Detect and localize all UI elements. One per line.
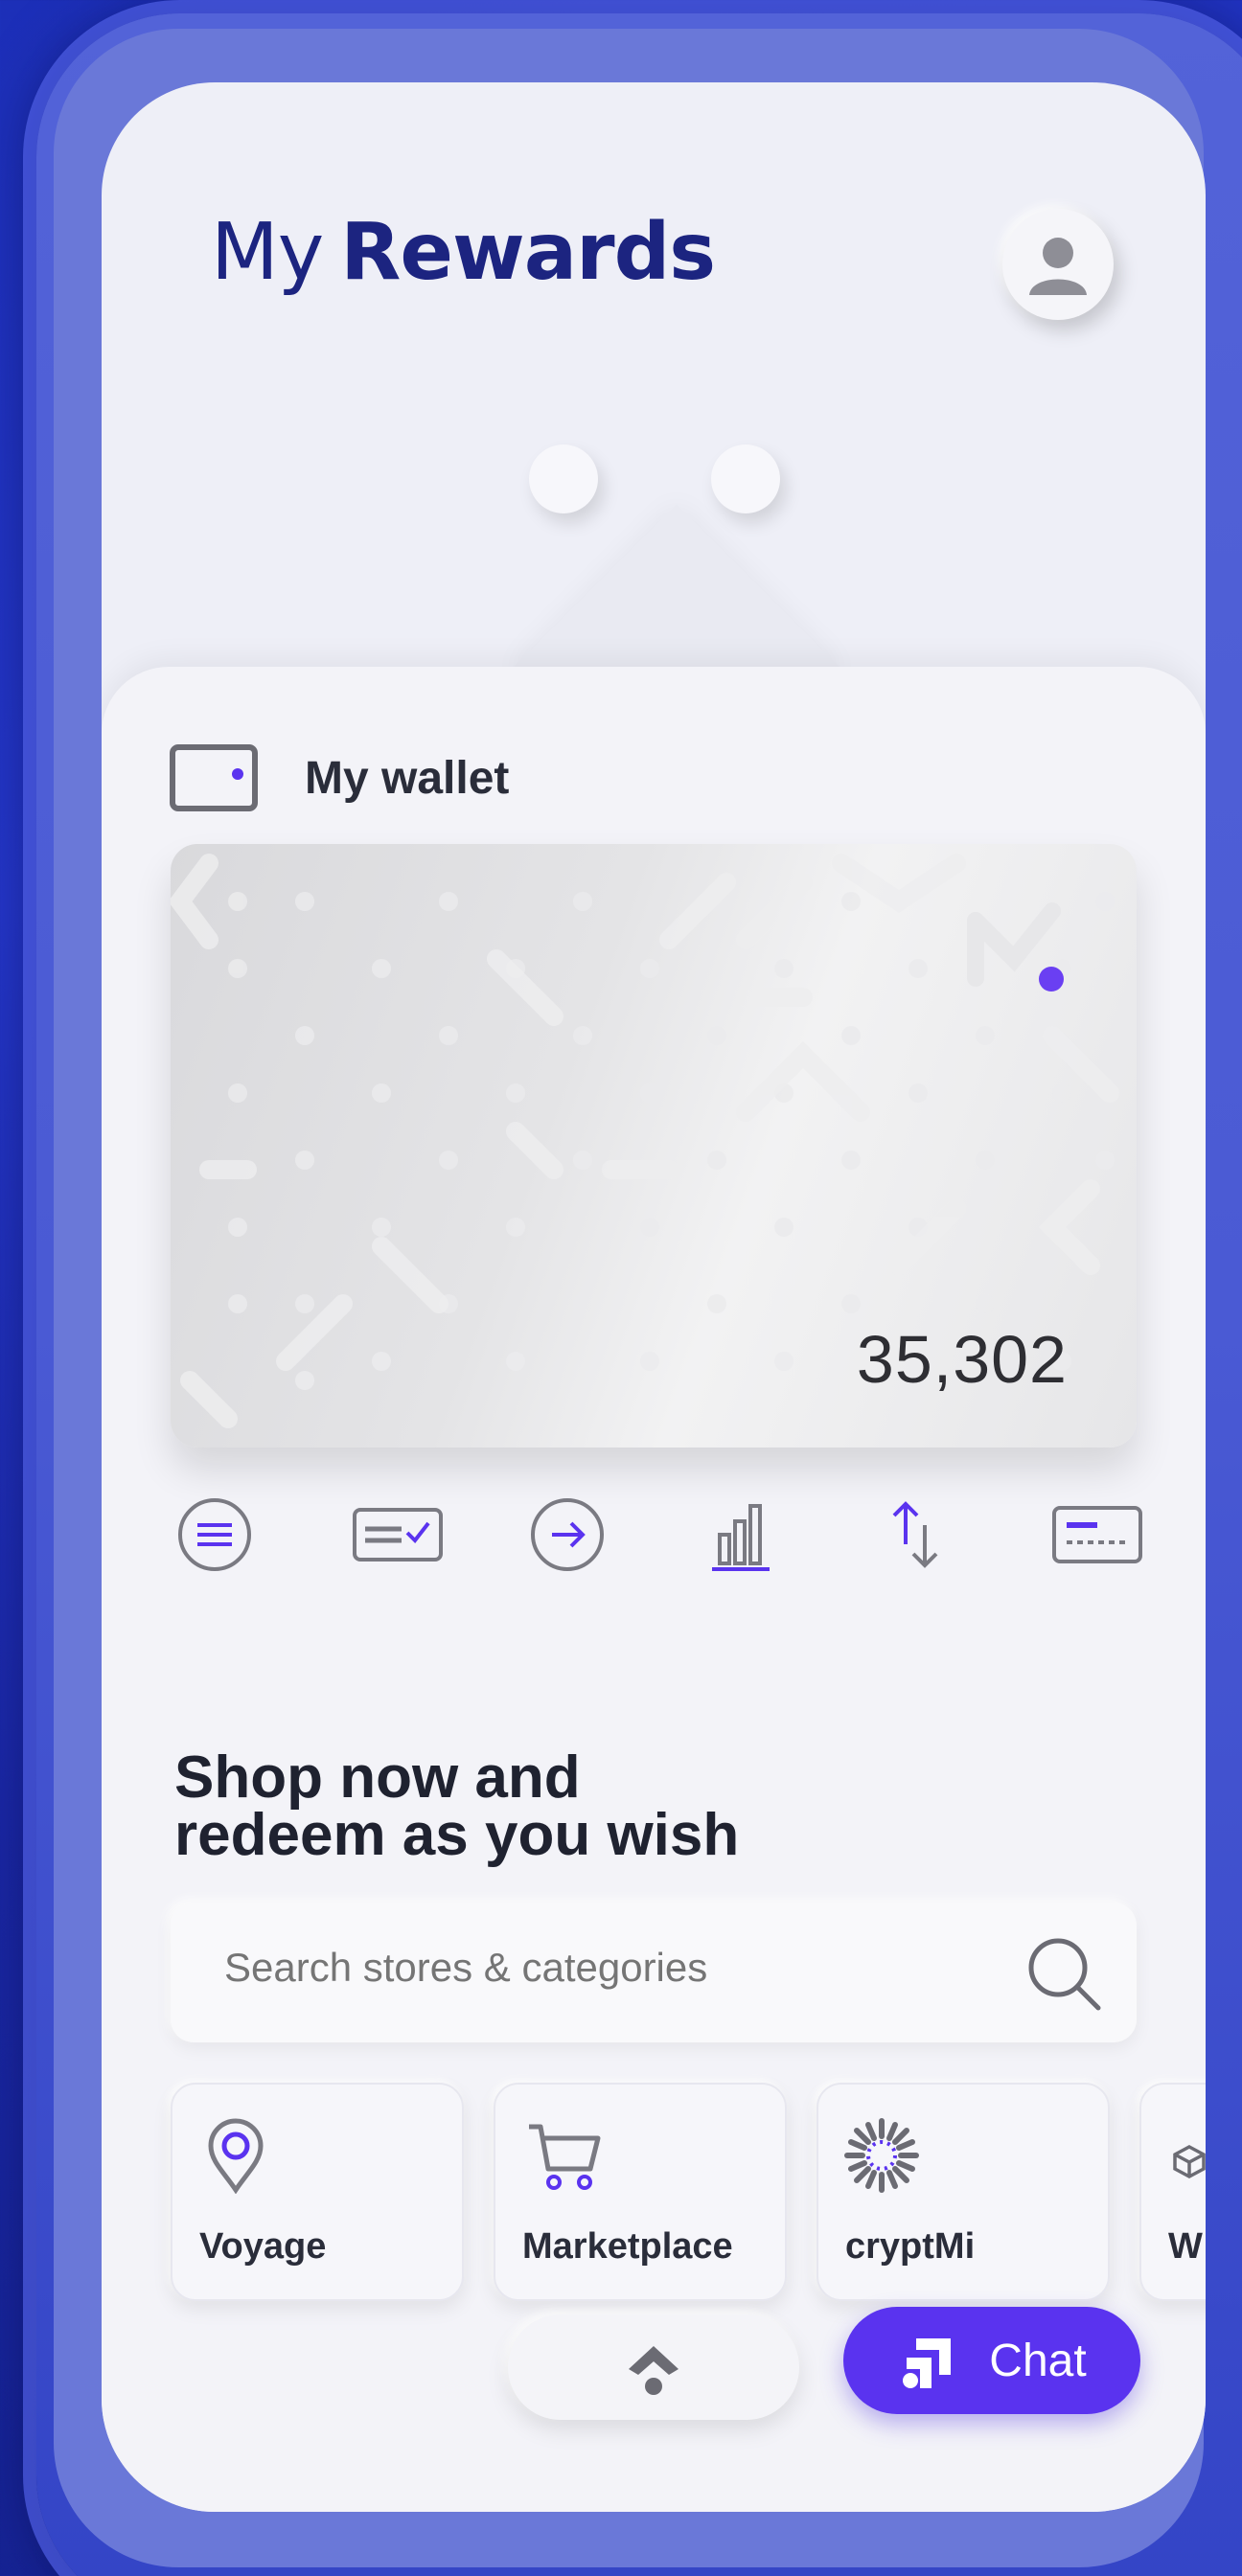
wallet-header: My wallet <box>169 743 509 812</box>
shopping-cart-icon <box>529 2124 601 2190</box>
card-accent-dot <box>1039 967 1064 992</box>
chat-label: Chat <box>989 2335 1087 2386</box>
page-title-light: My <box>211 207 324 298</box>
wallet-balance: 35,302 <box>856 1322 1068 1397</box>
app-screen: My Rewards My wallet 35,302 Shop now and… <box>102 82 1206 2512</box>
wallet-sheet: My wallet 35,302 Shop now and redeem as … <box>102 667 1206 2512</box>
search-icon[interactable] <box>1025 1935 1104 2014</box>
location-pin-icon <box>208 2118 264 2194</box>
wallet-actions <box>169 1489 1146 1584</box>
card-check-action-button[interactable] <box>345 1489 450 1581</box>
shop-heading: Shop now and redeem as you wish <box>174 1744 740 1868</box>
card-check-icon <box>353 1508 443 1562</box>
wallet-icon <box>170 744 258 811</box>
decorative-dot <box>529 445 598 513</box>
user-avatar-icon <box>1029 238 1087 295</box>
page-title: My Rewards <box>211 207 716 298</box>
search-input[interactable] <box>224 1945 972 1991</box>
category-label: Marketplace <box>522 2226 733 2267</box>
category-card-marketplace[interactable]: Marketplace <box>494 2083 787 2301</box>
bottom-bar: Chat <box>102 2307 1206 2441</box>
category-label: Voyage <box>199 2226 327 2267</box>
category-card-partial[interactable]: W <box>1139 2083 1206 2301</box>
bar-chart-icon <box>712 1504 770 1571</box>
arrow-right-circle-icon <box>531 1498 604 1571</box>
rewards-card[interactable]: 35,302 <box>171 844 1137 1448</box>
user-avatar-button[interactable] <box>1002 209 1114 320</box>
stats-action-button[interactable] <box>696 1489 788 1581</box>
credit-card-icon <box>1052 1506 1142 1563</box>
wallet-label: My wallet <box>305 752 510 804</box>
category-card-cryptmi[interactable]: cryptMi <box>816 2083 1110 2301</box>
menu-action-button[interactable] <box>169 1489 261 1581</box>
decorative-dot <box>711 445 780 513</box>
menu-circle-icon <box>178 1498 251 1571</box>
transfer-action-button[interactable] <box>521 1489 613 1581</box>
cube-icon <box>1173 2145 1206 2178</box>
chevron-up-icon <box>629 2346 678 2395</box>
category-label: cryptMi <box>845 2226 976 2267</box>
category-card-voyage[interactable]: Voyage <box>171 2083 464 2301</box>
chat-button[interactable]: Chat <box>843 2307 1140 2414</box>
chat-logo-icon <box>903 2338 952 2388</box>
category-label: W <box>1168 2226 1203 2267</box>
crypto-burst-icon <box>844 2118 919 2193</box>
swap-arrows-icon <box>892 1501 938 1568</box>
scroll-up-button[interactable] <box>508 2314 799 2420</box>
shop-heading-line2: redeem as you wish <box>174 1802 740 1868</box>
card-action-button[interactable] <box>1045 1489 1150 1581</box>
search-bar <box>171 1903 1137 2042</box>
shop-heading-line1: Shop now and <box>174 1744 581 1811</box>
category-list: Voyage Marketplace cryptMi W <box>171 2083 1206 2313</box>
page-title-bold: Rewards <box>340 207 716 298</box>
swap-action-button[interactable] <box>870 1489 962 1581</box>
